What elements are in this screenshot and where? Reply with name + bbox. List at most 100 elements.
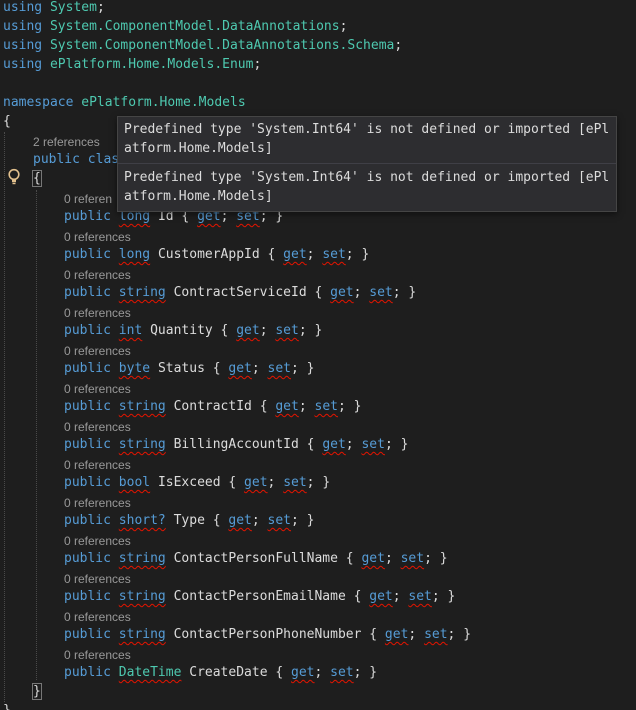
get-accessor: get: [275, 399, 299, 414]
tooltip-message-2: Predefined type 'System.Int64' is not de…: [124, 170, 610, 204]
lightbulb-icon[interactable]: [7, 168, 21, 186]
using-line-4: using ePlatform.Home.Models.Enum;: [3, 55, 261, 74]
semicolon: ;: [253, 57, 262, 72]
using-line-1: using System;: [3, 0, 105, 17]
property-name: IsExceed: [157, 475, 221, 490]
property-type: int: [118, 323, 143, 338]
set-accessor: set: [369, 285, 393, 300]
error-tooltip: Predefined type 'System.Int64' is not de…: [117, 116, 617, 212]
property-name: ContractId: [173, 399, 252, 414]
get-accessor: get: [244, 475, 268, 490]
property-name: CustomerAppId: [157, 247, 260, 262]
property-type: string: [118, 437, 166, 452]
property-name: Type: [173, 513, 205, 528]
get-accessor: get: [228, 361, 252, 376]
property-name: ContactPersonFullName: [173, 551, 338, 566]
tooltip-message-1: Predefined type 'System.Int64' is not de…: [124, 122, 610, 156]
property-type: string: [118, 399, 166, 414]
get-accessor: get: [236, 323, 260, 338]
class-keyword: clas: [87, 152, 120, 167]
property-name: ContactPersonPhoneNumber: [173, 627, 362, 642]
namespace-keyword: namespace: [3, 95, 74, 110]
get-accessor: get: [384, 627, 409, 642]
namespace-name: System.ComponentModel.DataAnnotations: [49, 19, 340, 34]
property-declaration: public DateTime CreateDate { get; set; }: [64, 665, 378, 680]
property-declaration: public byte Status { get; set; }: [64, 361, 315, 376]
property-type: string: [118, 551, 166, 566]
using-keyword: using: [3, 19, 43, 34]
namespace-name: ePlatform.Home.Models: [81, 95, 246, 110]
indent-guide: [36, 190, 37, 680]
property-name: CreateDate: [189, 665, 268, 680]
property-type: byte: [118, 361, 151, 376]
public-keyword: public: [64, 437, 111, 452]
get-accessor: get: [322, 437, 346, 452]
public-keyword: public: [64, 361, 111, 376]
public-keyword: public: [64, 323, 111, 338]
property-name: Quantity: [150, 323, 213, 338]
set-accessor: set: [314, 399, 338, 414]
matched-brace: {: [32, 170, 42, 187]
get-accessor: get: [228, 513, 252, 528]
set-accessor: set: [330, 665, 354, 680]
property-type: short?: [118, 513, 166, 528]
set-accessor: set: [283, 475, 307, 490]
property-declaration: public string ContractServiceId { get; s…: [64, 285, 417, 300]
namespace-name: ePlatform.Home.Models.Enum: [49, 57, 254, 72]
property-declaration: public string BillingAccountId { get; se…: [64, 437, 409, 452]
tooltip-separator: [118, 163, 616, 164]
indent-guide: [4, 132, 5, 702]
namespace-close-brace: }: [3, 701, 11, 710]
namespace-name: System: [49, 0, 97, 15]
code-editor[interactable]: using System; using System.ComponentMode…: [0, 0, 636, 710]
public-keyword: public: [33, 152, 80, 167]
class-declaration: public clas: [33, 150, 119, 169]
public-keyword: public: [64, 589, 111, 604]
public-keyword: public: [64, 665, 111, 680]
get-accessor: get: [330, 285, 354, 300]
using-keyword: using: [3, 38, 43, 53]
using-line-3: using System.ComponentModel.DataAnnotati…: [3, 36, 402, 55]
semicolon: ;: [339, 19, 348, 34]
using-line-2: using System.ComponentModel.DataAnnotati…: [3, 17, 347, 36]
public-keyword: public: [64, 551, 111, 566]
get-accessor: get: [369, 589, 393, 604]
property-declaration: public string ContactPersonEmailName { g…: [64, 589, 456, 604]
semicolon: ;: [96, 0, 105, 15]
class-close-brace: }: [32, 682, 42, 701]
set-accessor: set: [408, 589, 432, 604]
property-declaration: public string ContactPersonFullName { ge…: [64, 551, 448, 566]
property-declaration: public string ContractId { get; set; }: [64, 399, 362, 414]
semicolon: ;: [394, 38, 403, 53]
public-keyword: public: [64, 399, 111, 414]
property-name: BillingAccountId: [173, 437, 299, 452]
property-declaration: public long CustomerAppId { get; set; }: [64, 247, 370, 262]
set-accessor: set: [267, 513, 292, 528]
property-name: ContactPersonEmailName: [173, 589, 346, 604]
using-keyword: using: [3, 57, 43, 72]
using-keyword: using: [3, 0, 43, 15]
property-declaration: public int Quantity { get; set; }: [64, 323, 323, 338]
property-type: string: [118, 627, 166, 642]
set-accessor: set: [275, 323, 299, 338]
matched-brace: }: [32, 683, 42, 700]
namespace-open-brace: {: [3, 114, 11, 129]
public-keyword: public: [64, 475, 111, 490]
property-name: ContractServiceId: [173, 285, 307, 300]
namespace-name: System.ComponentModel.DataAnnotations.Sc…: [49, 38, 395, 53]
public-keyword: public: [64, 247, 111, 262]
property-name: Status: [157, 361, 205, 376]
property-type: string: [118, 285, 166, 300]
property-type: DateTime: [118, 665, 182, 680]
public-keyword: public: [64, 285, 111, 300]
public-keyword: public: [64, 209, 111, 224]
class-open-brace: {: [32, 169, 42, 188]
get-accessor: get: [291, 665, 315, 680]
public-keyword: public: [64, 627, 111, 642]
property-declaration: public string ContactPersonPhoneNumber {…: [64, 627, 472, 642]
property-declaration: public short? Type { get; set; }: [64, 513, 315, 528]
set-accessor: set: [361, 437, 385, 452]
property-type: bool: [118, 475, 151, 490]
set-accessor: set: [322, 247, 346, 262]
property-declaration: public bool IsExceed { get; set; }: [64, 475, 331, 490]
